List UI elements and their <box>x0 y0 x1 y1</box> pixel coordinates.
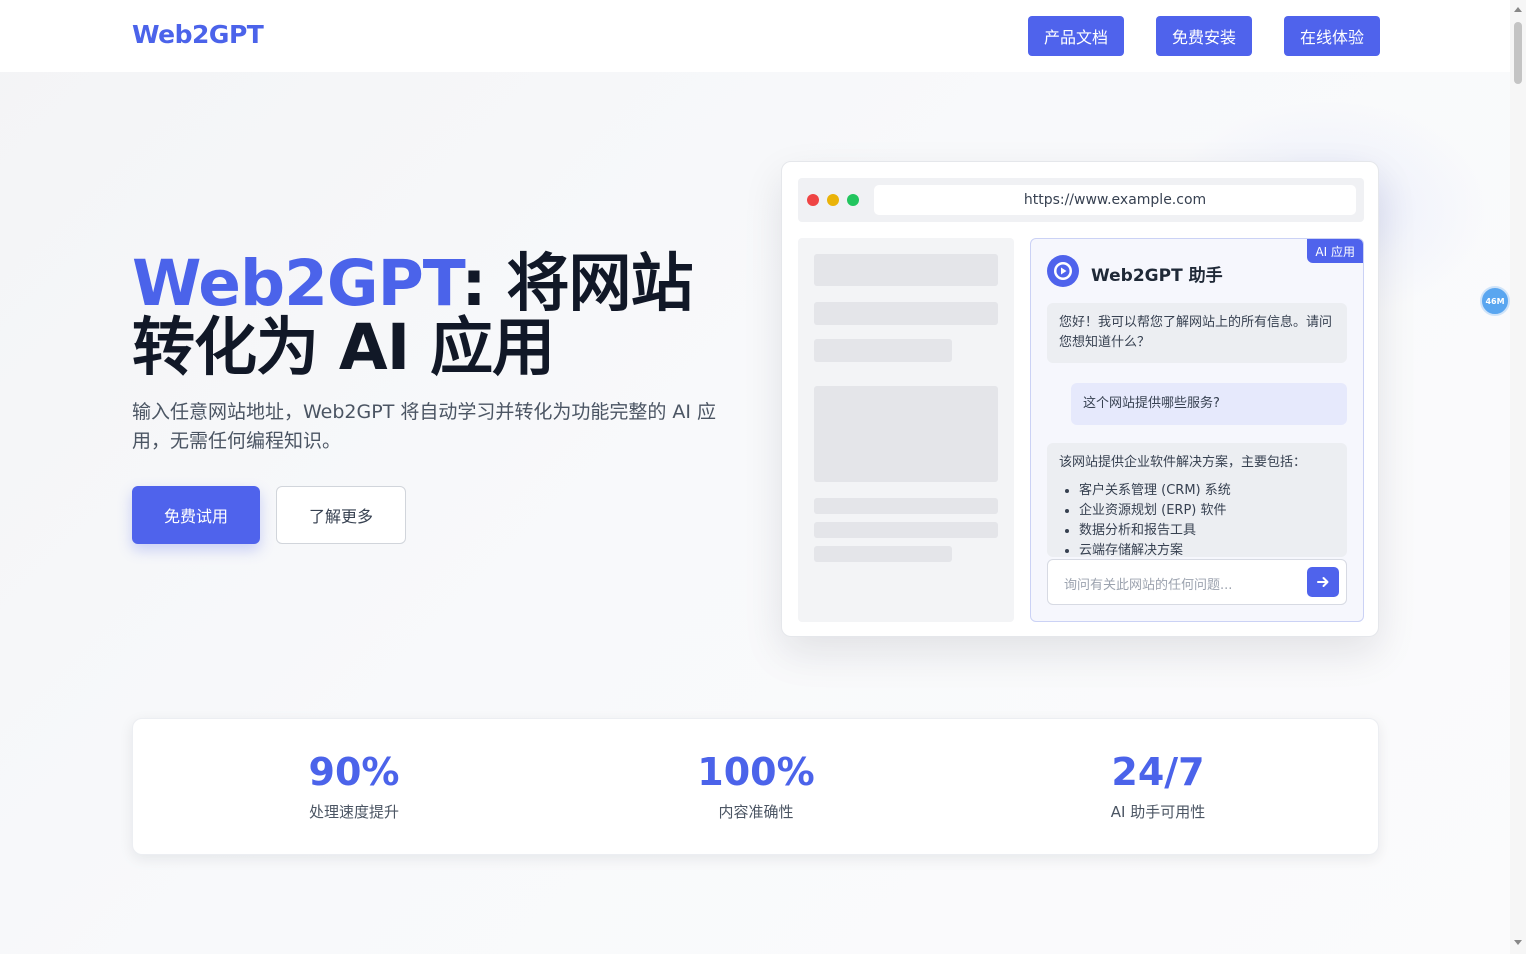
arrow-right-icon <box>1317 577 1329 587</box>
window-maximize-dot <box>847 194 859 206</box>
list-item: 企业资源规划 (ERP) 软件 <box>1079 501 1335 521</box>
learn-more-button[interactable]: 了解更多 <box>276 486 406 544</box>
play-icon <box>1047 255 1079 287</box>
skeleton-line <box>814 546 952 562</box>
browser-url: https://www.example.com <box>874 185 1356 215</box>
answer-list: 客户关系管理 (CRM) 系统 企业资源规划 (ERP) 软件 数据分析和报告工… <box>1059 481 1335 557</box>
stat-value: 90% <box>308 750 400 794</box>
ai-answer-message: 该网站提供企业软件解决方案，主要包括： 客户关系管理 (CRM) 系统 企业资源… <box>1047 443 1347 557</box>
stat-accuracy: 100% 内容准确性 <box>626 749 886 822</box>
assistant-title: Web2GPT 助手 <box>1091 266 1223 286</box>
window-close-dot <box>807 194 819 206</box>
page: Web2GPT 产品文档 免费安装 在线体验 Web2GPT: 将网站转化为 A… <box>0 0 1510 954</box>
skeleton-image <box>814 386 998 482</box>
stat-value: 24/7 <box>1111 750 1205 794</box>
stats-card: 90% 处理速度提升 100% 内容准确性 24/7 AI 助手可用性 <box>132 718 1379 855</box>
nav-install-button[interactable]: 免费安装 <box>1156 16 1252 56</box>
nav-docs-button[interactable]: 产品文档 <box>1028 16 1124 56</box>
scroll-up-arrow-icon[interactable] <box>1514 7 1522 12</box>
floating-speed-badge[interactable]: 46M <box>1480 286 1510 316</box>
answer-intro: 该网站提供企业软件解决方案，主要包括： <box>1059 455 1307 470</box>
hero-title: Web2GPT: 将网站转化为 AI 应用 <box>132 252 732 380</box>
scroll-thumb[interactable] <box>1514 22 1522 84</box>
stat-label: AI 助手可用性 <box>1110 803 1206 821</box>
browser-address-bar: https://www.example.com <box>798 178 1364 222</box>
stat-availability: 24/7 AI 助手可用性 <box>1028 749 1288 822</box>
ai-chat-panel: AI 应用 Web2GPT 助手 您好！我可以帮您了解网站上的所有信息。请问您想… <box>1030 238 1364 622</box>
skeleton-line <box>814 522 998 538</box>
stat-speed: 90% 处理速度提升 <box>224 749 484 822</box>
nav-try-online-button[interactable]: 在线体验 <box>1284 16 1380 56</box>
skeleton-line <box>814 498 998 514</box>
user-question-message: 这个网站提供哪些服务? <box>1071 383 1347 425</box>
website-skeleton <box>798 238 1014 622</box>
list-item: 数据分析和报告工具 <box>1079 521 1335 541</box>
list-item: 云端存储解决方案 <box>1079 541 1335 557</box>
chat-input-placeholder: 询问有关此网站的任何问题... <box>1064 578 1233 593</box>
chat-input[interactable]: 询问有关此网站的任何问题... <box>1047 559 1347 605</box>
free-trial-button[interactable]: 免费试用 <box>132 486 260 544</box>
stat-label: 内容准确性 <box>718 803 794 821</box>
logo[interactable]: Web2GPT <box>132 20 264 49</box>
stat-label: 处理速度提升 <box>308 803 399 821</box>
browser-mockup: https://www.example.com AI 应用 Web2GPT 助手… <box>781 161 1379 637</box>
hero-title-brand: Web2GPT <box>132 247 462 320</box>
list-item: 客户关系管理 (CRM) 系统 <box>1079 481 1335 501</box>
ai-greeting-message: 您好！我可以帮您了解网站上的所有信息。请问您想知道什么？ <box>1047 303 1347 363</box>
skeleton-block <box>814 254 998 286</box>
send-button[interactable] <box>1307 567 1339 597</box>
skeleton-line <box>814 339 952 362</box>
hero-description: 输入任意网站地址，Web2GPT 将自动学习并转化为功能完整的 AI 应用，无需… <box>132 401 717 452</box>
page-scrollbar[interactable] <box>1510 0 1526 954</box>
skeleton-line <box>814 302 998 325</box>
scroll-down-arrow-icon[interactable] <box>1514 940 1522 945</box>
stat-value: 100% <box>697 750 815 794</box>
ai-app-badge: AI 应用 <box>1307 239 1363 263</box>
site-header: Web2GPT 产品文档 免费安装 在线体验 <box>0 0 1510 72</box>
window-minimize-dot <box>827 194 839 206</box>
